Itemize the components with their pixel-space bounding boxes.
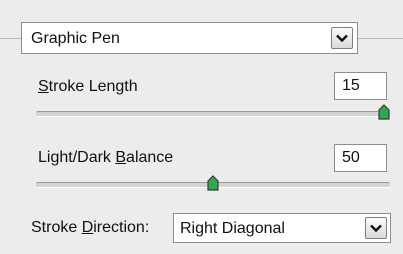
filter-select-value: Graphic Pen [31,30,120,47]
stroke-direction-select[interactable]: Right Diagonal [173,213,391,243]
stroke-length-label: Stroke Length [38,78,138,95]
light-dark-balance-label: Light/Dark Balance [38,149,174,166]
slider-thumb-icon[interactable] [207,175,219,191]
graphic-pen-settings-panel: Graphic Pen Stroke Length 15 Light/Dark … [0,0,403,254]
chevron-down-icon [370,224,382,232]
stroke-length-input[interactable]: 15 [334,72,387,100]
light-dark-balance-mnemonic: B [115,149,127,166]
light-dark-balance-slider[interactable] [36,175,390,195]
stroke-length-slider[interactable] [36,104,390,124]
stroke-direction-label: Stroke Direction: [31,219,150,236]
stroke-direction-dropdown-button[interactable] [365,217,387,239]
stroke-direction-mnemonic: D [81,219,94,236]
stroke-length-slider-track[interactable] [36,111,390,117]
light-dark-balance-input[interactable]: 50 [334,144,387,172]
stroke-direction-value: Right Diagonal [180,220,285,237]
header-separator-right [358,38,403,39]
chevron-down-icon [336,34,348,42]
filter-select[interactable]: Graphic Pen [21,22,358,54]
slider-thumb-icon[interactable] [378,104,390,120]
stroke-length-mnemonic: S [38,78,49,95]
filter-dropdown-button[interactable] [331,27,353,49]
header-separator-left [0,38,21,39]
